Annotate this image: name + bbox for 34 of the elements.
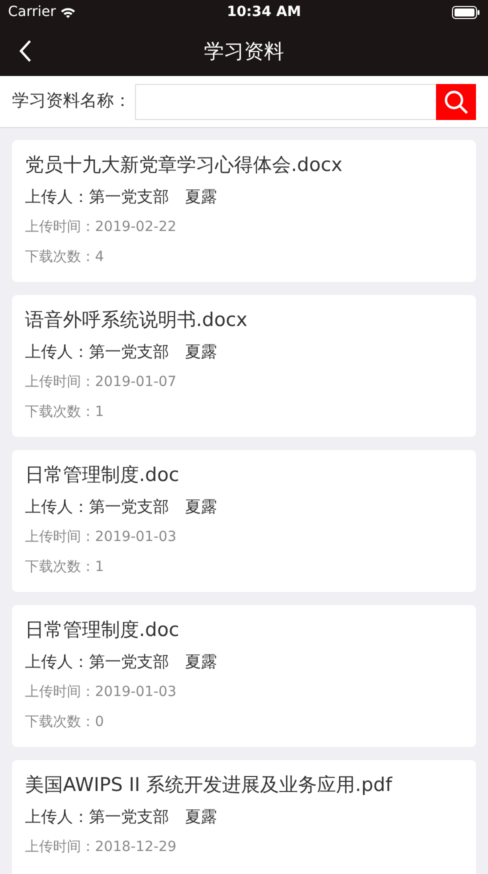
download-count-text: 下载次数：1 <box>25 403 104 422</box>
upload-time-text: 上传时间：2019-01-07 <box>25 373 176 392</box>
page-title: 学习资料 <box>204 38 284 64</box>
document-title: 日常管理制度.doc <box>25 463 180 488</box>
download-count-text: 下载次数：1 <box>25 558 104 577</box>
document-title: 党员十九大新党章学习心得体会.docx <box>25 153 342 178</box>
document-card[interactable]: 语音外呼系统说明书.docx 上传人：第一党支部 夏露 上传时间：2019-01-07 下载次数：1 <box>12 295 476 437</box>
battery-icon <box>452 6 480 19</box>
clock-text: 10:34 AM <box>226 3 302 22</box>
search-label: 学习资料名称： <box>12 90 131 113</box>
upload-time-text: 上传时间：2019-01-03 <box>25 683 176 702</box>
search-icon <box>443 88 469 114</box>
document-title: 语音外呼系统说明书.docx <box>25 308 248 333</box>
upload-time-text: 上传时间：2018-12-29 <box>25 838 176 857</box>
back-icon <box>18 39 32 63</box>
document-card[interactable]: 美国AWIPS II 系统开发进展及业务应用.pdf 上传人：第一党支部 夏露 上传时间：2018-12-29 <box>12 760 476 874</box>
upload-time-text: 上传时间：2019-02-22 <box>25 218 176 237</box>
uploader-text: 上传人：第一党支部 夏露 <box>25 186 217 208</box>
document-card[interactable]: 党员十九大新党章学习心得体会.docx 上传人：第一党支部 夏露 上传时间：2019-02-22 下载次数：4 <box>12 140 476 282</box>
uploader-text: 上传人：第一党支部 夏露 <box>25 806 217 828</box>
document-card[interactable]: 日常管理制度.doc 上传人：第一党支部 夏露 上传时间：2019-01-03 下载次数：0 <box>12 605 476 747</box>
document-card[interactable]: 日常管理制度.doc 上传人：第一党支部 夏露 上传时间：2019-01-03 下载次数：1 <box>12 450 476 592</box>
upload-time-text: 上传时间：2019-01-03 <box>25 528 176 547</box>
document-title: 日常管理制度.doc <box>25 618 180 643</box>
carrier-text: Carrier <box>8 3 56 22</box>
uploader-text: 上传人：第一党支部 夏露 <box>25 341 217 363</box>
uploader-text: 上传人：第一党支部 夏露 <box>25 496 217 518</box>
search-field[interactable] <box>135 84 436 120</box>
document-title: 美国AWIPS II 系统开发进展及业务应用.pdf <box>25 773 392 798</box>
uploader-text: 上传人：第一党支部 夏露 <box>25 651 217 673</box>
search-button[interactable] <box>436 84 476 120</box>
download-count-text: 下载次数：4 <box>25 248 104 267</box>
wifi-icon <box>60 6 76 18</box>
download-count-text: 下载次数：0 <box>25 713 104 732</box>
